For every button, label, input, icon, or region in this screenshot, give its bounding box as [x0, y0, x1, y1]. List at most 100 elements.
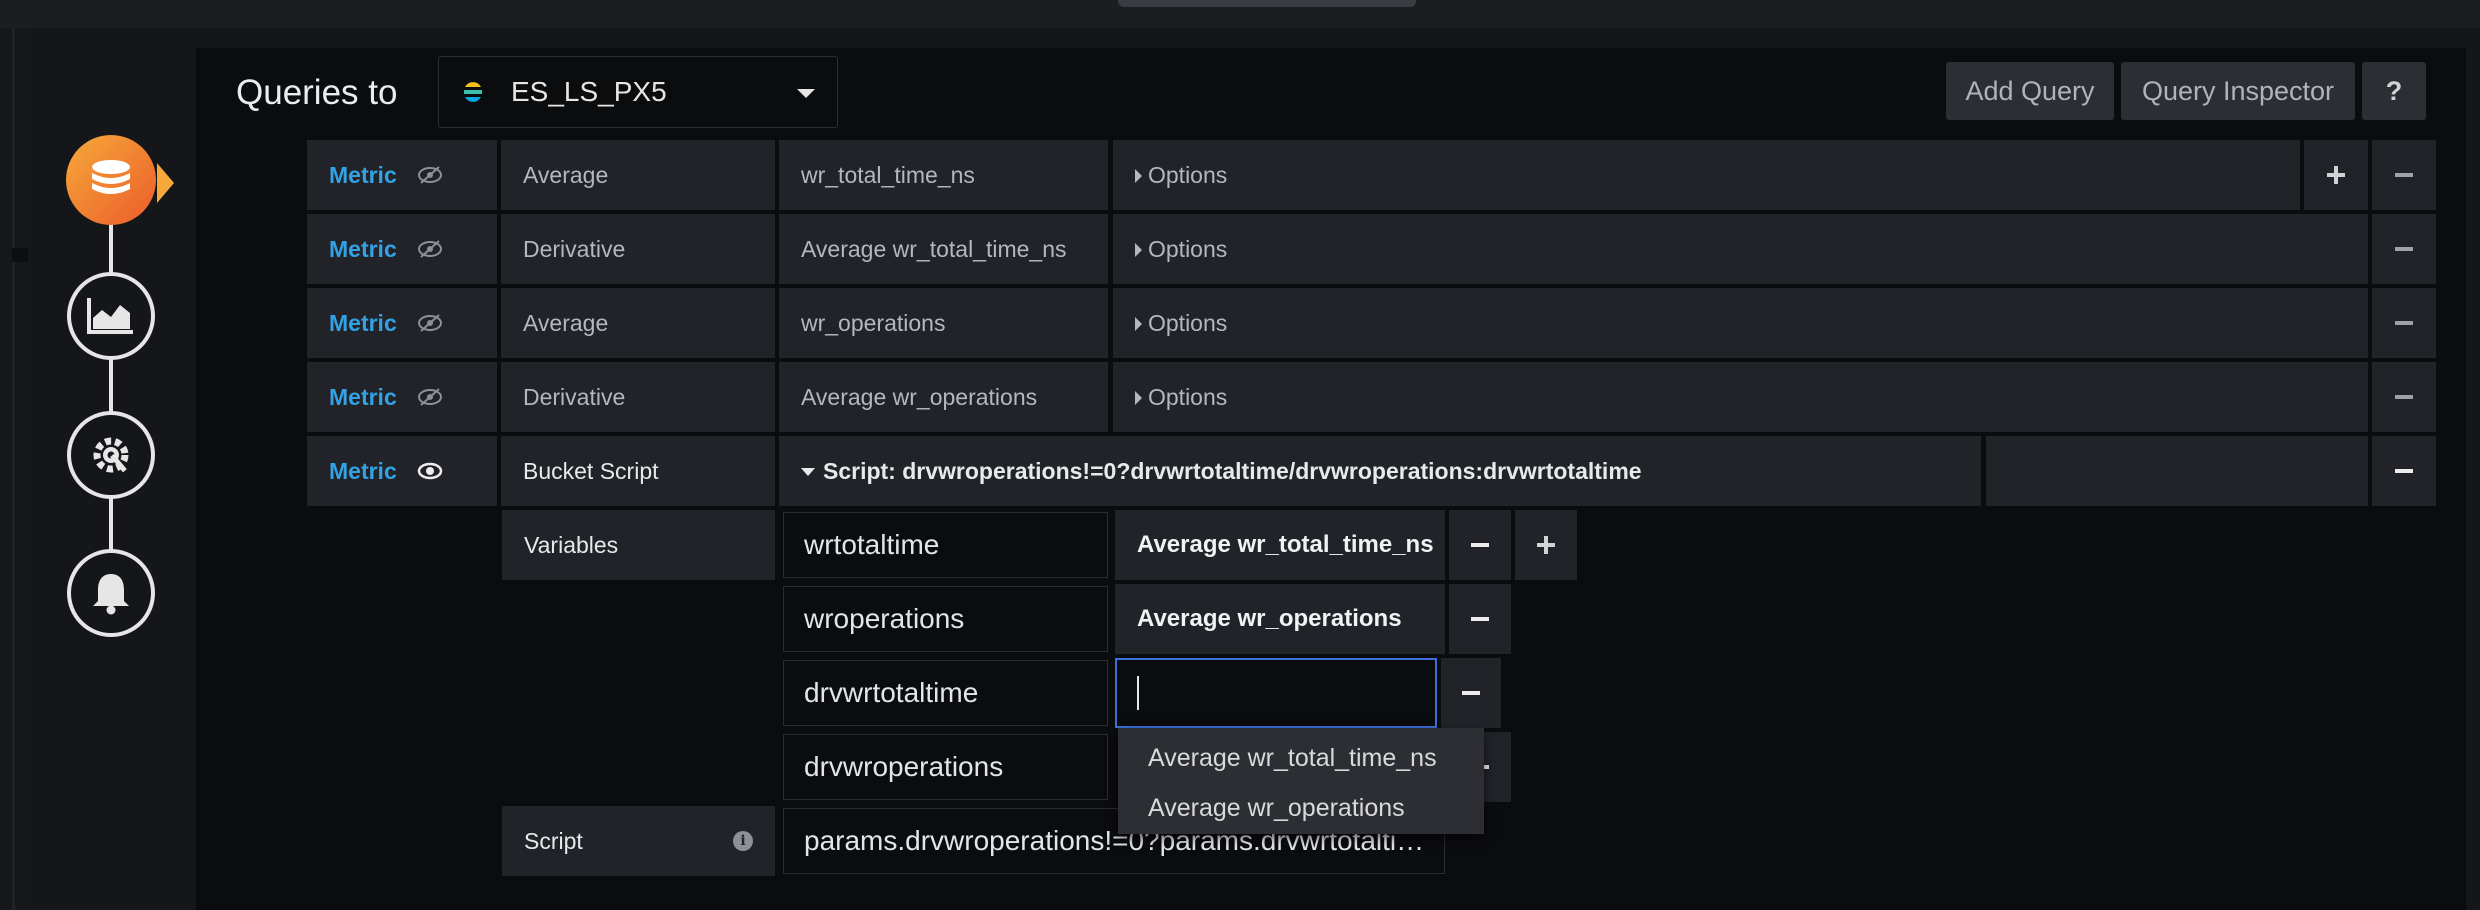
variables-label: Variables [502, 510, 775, 580]
options-label: Options [1148, 309, 1228, 336]
metric-row-2-agg[interactable]: Derivative [501, 214, 775, 284]
metric-row-1-agg[interactable]: Average [501, 140, 775, 210]
eye-slash-icon[interactable] [417, 166, 443, 184]
database-icon [92, 160, 130, 194]
metric-row-3-label: Metric [307, 288, 497, 358]
metric-row-3-options[interactable]: Options [1113, 288, 2368, 358]
script-summary: Script: drvwroperations!=0?drvwrtotaltim… [823, 457, 1642, 484]
variable-name: drvwroperations [804, 751, 1004, 782]
dropdown-option[interactable]: Average wr_total_time_ns [1148, 744, 1437, 773]
caret-right-icon [1135, 242, 1142, 257]
field-name: Average wr_total_time_ns [801, 235, 1067, 262]
metric-row-2-options[interactable]: Options [1113, 214, 2368, 284]
agg-type: Derivative [523, 235, 626, 262]
metric-row-4-options[interactable]: Options [1113, 362, 2368, 432]
field-name: wr_total_time_ns [801, 161, 975, 188]
options-toggle: Options [1113, 236, 1227, 263]
metric-row-1-options[interactable]: Options [1113, 140, 2300, 210]
info-icon[interactable]: i [733, 831, 753, 851]
plus-icon [1537, 536, 1555, 554]
options-label: Options [1148, 161, 1228, 188]
variable-name-input[interactable]: wroperations [783, 586, 1108, 652]
settings-icon [93, 437, 129, 473]
page-title: Queries to [236, 73, 398, 112]
step-general[interactable] [67, 411, 155, 499]
sidebar-marker [12, 248, 28, 262]
caret-down-icon [801, 468, 815, 477]
metric-row-3-field[interactable]: wr_operations [779, 288, 1108, 358]
datasource-select[interactable]: ES_LS_PX5 [438, 56, 838, 128]
remove-metric-button[interactable] [2372, 140, 2436, 210]
script-toggle: Script: drvwroperations!=0?drvwrtotaltim… [779, 458, 1642, 485]
minus-icon [2395, 469, 2413, 473]
variable-metric-select[interactable]: Average wr_operations [1115, 584, 1445, 654]
eye-slash-icon[interactable] [417, 388, 443, 406]
variable-name-input[interactable]: drvwrtotaltime [783, 660, 1108, 726]
remove-metric-button[interactable] [2372, 214, 2436, 284]
metric-row-2-field[interactable]: Average wr_total_time_ns [779, 214, 1108, 284]
add-query-button[interactable]: Add Query [1946, 62, 2114, 120]
metric-dropdown: Average wr_total_time_ns Average wr_oper… [1118, 728, 1484, 834]
minus-icon [2395, 173, 2413, 177]
metric-row-3-agg[interactable]: Average [501, 288, 775, 358]
query-inspector-button[interactable]: Query Inspector [2121, 62, 2355, 120]
add-metric-button[interactable] [2304, 140, 2368, 210]
agg-type: Bucket Script [523, 457, 659, 484]
variable-name: drvwrtotaltime [804, 677, 979, 708]
remove-variable-button[interactable] [1449, 584, 1511, 654]
bucket-script-header[interactable]: Script: drvwroperations!=0?drvwrtotaltim… [779, 436, 1981, 506]
caret-right-icon [1135, 316, 1142, 331]
variable-name-input[interactable]: drvwroperations [783, 734, 1108, 800]
remove-metric-button[interactable] [2372, 362, 2436, 432]
script-label-text: Script [524, 827, 583, 854]
sidebar-divider [12, 28, 15, 910]
drag-handle[interactable] [1118, 0, 1416, 7]
options-label: Options [1148, 383, 1228, 410]
variables-label-text: Variables [524, 531, 619, 558]
metric-row-2-label: Metric [307, 214, 497, 284]
variable-metric-input[interactable] [1115, 658, 1437, 728]
variable-name-input[interactable]: wrtotaltime [783, 512, 1108, 578]
eye-slash-icon[interactable] [417, 240, 443, 258]
step-queries[interactable] [66, 135, 156, 225]
step-visualization[interactable] [67, 272, 155, 360]
datasource-name: ES_LS_PX5 [511, 76, 667, 107]
minus-icon [2395, 395, 2413, 399]
active-step-pointer [157, 163, 174, 203]
bell-icon [93, 574, 129, 615]
remove-variable-button[interactable] [1449, 510, 1511, 580]
metric-row-1-field[interactable]: wr_total_time_ns [779, 140, 1108, 210]
help-button[interactable]: ? [2362, 62, 2426, 120]
elasticsearch-icon [464, 82, 482, 102]
minus-icon [2395, 247, 2413, 251]
metric-row-4-agg[interactable]: Derivative [501, 362, 775, 432]
metric-row-5-label: Metric [307, 436, 497, 506]
options-toggle: Options [1113, 162, 1227, 189]
field-name: Average wr_operations [801, 383, 1038, 410]
dropdown-option[interactable]: Average wr_operations [1148, 794, 1405, 823]
metric-label: Metric [329, 457, 397, 484]
minus-icon [1471, 617, 1489, 621]
caret-right-icon [1135, 390, 1142, 405]
script-label: Script i [502, 806, 775, 876]
eye-slash-icon[interactable] [417, 314, 443, 332]
metric-row-5-agg[interactable]: Bucket Script [501, 436, 775, 506]
step-alert[interactable] [67, 549, 155, 637]
add-variable-button[interactable] [1515, 510, 1577, 580]
variable-name: wroperations [804, 603, 965, 634]
remove-metric-button[interactable] [2372, 288, 2436, 358]
agg-type: Average [523, 309, 609, 336]
field-name: wr_operations [801, 309, 946, 336]
metric-row-1-label: Metric [307, 140, 497, 210]
bucket-script-spacer [1986, 436, 2368, 506]
options-toggle: Options [1113, 310, 1227, 337]
remove-variable-button[interactable] [1441, 658, 1501, 728]
agg-type: Average [523, 161, 609, 188]
eye-icon[interactable] [417, 462, 443, 480]
variable-name: wrtotaltime [804, 529, 940, 560]
remove-metric-button[interactable] [2372, 436, 2436, 506]
metric-row-4-field[interactable]: Average wr_operations [779, 362, 1108, 432]
variable-metric-select[interactable]: Average wr_total_time_ns [1115, 510, 1445, 580]
metric-label: Metric [329, 309, 397, 336]
agg-type: Derivative [523, 383, 626, 410]
